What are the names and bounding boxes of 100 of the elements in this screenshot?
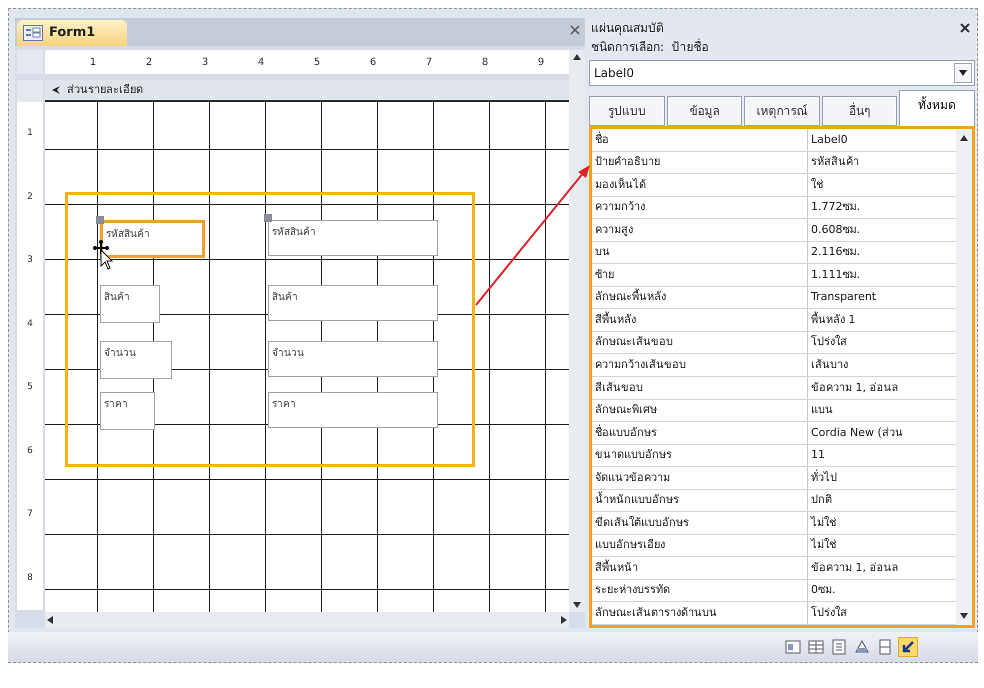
- ruler-number: 1: [90, 56, 96, 70]
- document-title: Form1: [49, 24, 96, 42]
- property-name: ซ้าย: [592, 264, 808, 286]
- ruler-number: 6: [27, 444, 33, 458]
- property-name: ความสูง: [592, 219, 808, 241]
- document-icon: [830, 638, 848, 656]
- form-view-icon: [784, 638, 802, 656]
- ruler-number: 6: [370, 56, 376, 70]
- ruler-number: 8: [27, 572, 33, 584]
- textbox-control[interactable]: ราคา: [268, 392, 438, 428]
- vertical-scrollbar[interactable]: [569, 50, 585, 612]
- property-value[interactable]: แบน: [808, 402, 956, 419]
- scroll-down-icon[interactable]: [960, 613, 968, 619]
- ruler-number: 3: [27, 254, 33, 267]
- property-value[interactable]: 0ซม.: [808, 582, 956, 599]
- property-value[interactable]: 1.772ซม.: [808, 199, 956, 216]
- property-value[interactable]: ไม่ใช่: [808, 514, 956, 532]
- ruler-number: 8: [482, 56, 488, 70]
- property-name: สีพื้นหลัง: [592, 309, 808, 331]
- label-control[interactable]: รหัสสินค้า: [100, 220, 205, 258]
- property-name: ระยะห่างบรรทัด: [592, 580, 808, 602]
- textbox-control[interactable]: จำนวน: [268, 341, 438, 377]
- section-title: ส่วนรายละเอียด: [67, 82, 143, 98]
- ruler-number: 4: [258, 56, 264, 70]
- property-name: สีเส้นขอบ: [592, 377, 808, 399]
- property-value[interactable]: ทั่วไป: [808, 470, 956, 486]
- property-tab[interactable]: รูปแบบ: [589, 96, 665, 126]
- label-control[interactable]: ราคา: [100, 392, 155, 430]
- move-cursor-icon: [93, 240, 115, 270]
- form-icon: [23, 25, 43, 41]
- ruler-number: 7: [27, 508, 33, 521]
- property-name: สีพื้นหน้า: [592, 557, 808, 579]
- move-handle[interactable]: [264, 214, 272, 222]
- ruler-number: 2: [27, 190, 33, 204]
- scroll-up-icon[interactable]: [573, 54, 581, 60]
- property-name: ขีดเส้นใต้แบบอักษร: [592, 512, 808, 534]
- property-tab[interactable]: ข้อมูล: [666, 96, 742, 126]
- property-value[interactable]: พื้นหลัง 1: [808, 312, 956, 328]
- property-value[interactable]: Cordia New (ส่วน: [808, 424, 956, 442]
- textbox-control[interactable]: สินค้า: [268, 285, 438, 321]
- property-tab[interactable]: เหตุการณ์: [744, 96, 820, 126]
- property-name: ลักษณะเส้นขอบ: [592, 332, 808, 354]
- ruler-number: 7: [426, 56, 432, 70]
- property-name: ลักษณะเส้นตารางด้านบน: [592, 602, 808, 624]
- scroll-down-icon[interactable]: [573, 602, 581, 608]
- collapse-arrow-icon: [51, 85, 61, 95]
- label-control[interactable]: สินค้า: [100, 285, 160, 323]
- property-value[interactable]: ปกติ: [808, 492, 956, 509]
- ruler-number: 5: [27, 381, 33, 394]
- ruler-number: 4: [27, 318, 33, 330]
- document-tab[interactable]: Form1: [17, 20, 127, 46]
- property-tab[interactable]: ทั้งหมด: [899, 90, 975, 126]
- property-value[interactable]: Label0: [808, 132, 956, 148]
- property-name: ความกว้างเส้นขอบ: [592, 354, 808, 376]
- panel-title: แผ่นคุณสมบัติ: [591, 20, 664, 37]
- property-name: ขนาดแบบอักษร: [592, 444, 808, 466]
- textbox-control[interactable]: รหัสสินค้า: [268, 220, 438, 256]
- property-name: แบบอักษรเอียง: [592, 534, 808, 556]
- property-value[interactable]: 11: [808, 447, 956, 464]
- property-value[interactable]: ข้อความ 1, อ่อนล: [808, 560, 956, 576]
- ruler-number: 2: [146, 56, 152, 70]
- property-value[interactable]: ใช่: [808, 176, 956, 194]
- property-name: มองเห็นได้: [592, 174, 808, 196]
- ruler-number: 9: [538, 56, 544, 70]
- triangle-icon: [853, 638, 871, 656]
- property-value[interactable]: 0.608ซม.: [808, 222, 956, 238]
- ruler-number: 3: [202, 56, 208, 70]
- scroll-left-icon[interactable]: [47, 616, 54, 624]
- property-value[interactable]: 1.111ซม.: [808, 266, 956, 284]
- selection-type-text: ชนิดการเลือก: ป้ายชื่อ: [590, 38, 710, 56]
- property-value[interactable]: ข้อความ 1, อ่อนล: [808, 380, 956, 396]
- property-name: ลักษณะพิเศษ: [592, 400, 808, 422]
- label-control[interactable]: จำนวน: [100, 341, 172, 379]
- scroll-up-icon[interactable]: [960, 135, 968, 141]
- property-name: ป้ายคำอธิบาย: [592, 152, 808, 174]
- property-value[interactable]: โปร่งใส: [808, 605, 956, 622]
- close-button[interactable]: [569, 24, 581, 36]
- property-name: น้ำหนักแบบอักษร: [592, 490, 808, 512]
- move-handle[interactable]: [96, 216, 104, 224]
- property-value[interactable]: โปร่งใส: [808, 334, 956, 351]
- property-value[interactable]: รหัสสินค้า: [808, 154, 956, 171]
- property-name: บน: [592, 242, 808, 264]
- horizontal-scrollbar[interactable]: [45, 612, 569, 628]
- property-value[interactable]: Transparent: [808, 289, 956, 306]
- property-name: ชื่อ: [592, 129, 808, 151]
- table-view-icon: [807, 638, 825, 656]
- ruler-number: 1: [27, 127, 33, 140]
- property-value[interactable]: 2.116ซม.: [808, 244, 956, 261]
- property-name: ชื่อแบบอักษร: [592, 422, 808, 444]
- property-name: จัดแนวข้อความ: [592, 467, 808, 489]
- ruler-number: 5: [314, 56, 320, 70]
- view-button[interactable]: [898, 637, 918, 657]
- close-button[interactable]: [959, 22, 971, 34]
- property-value[interactable]: ไม่ใช่: [808, 537, 956, 554]
- property-value[interactable]: เส้นบาง: [808, 356, 956, 374]
- object-dropdown[interactable]: Label0: [589, 60, 975, 86]
- property-name: ความกว้าง: [592, 196, 808, 218]
- property-tab[interactable]: อื่นๆ: [822, 96, 898, 126]
- scroll-right-icon[interactable]: [560, 616, 567, 624]
- vertical-scrollbar[interactable]: [956, 129, 972, 625]
